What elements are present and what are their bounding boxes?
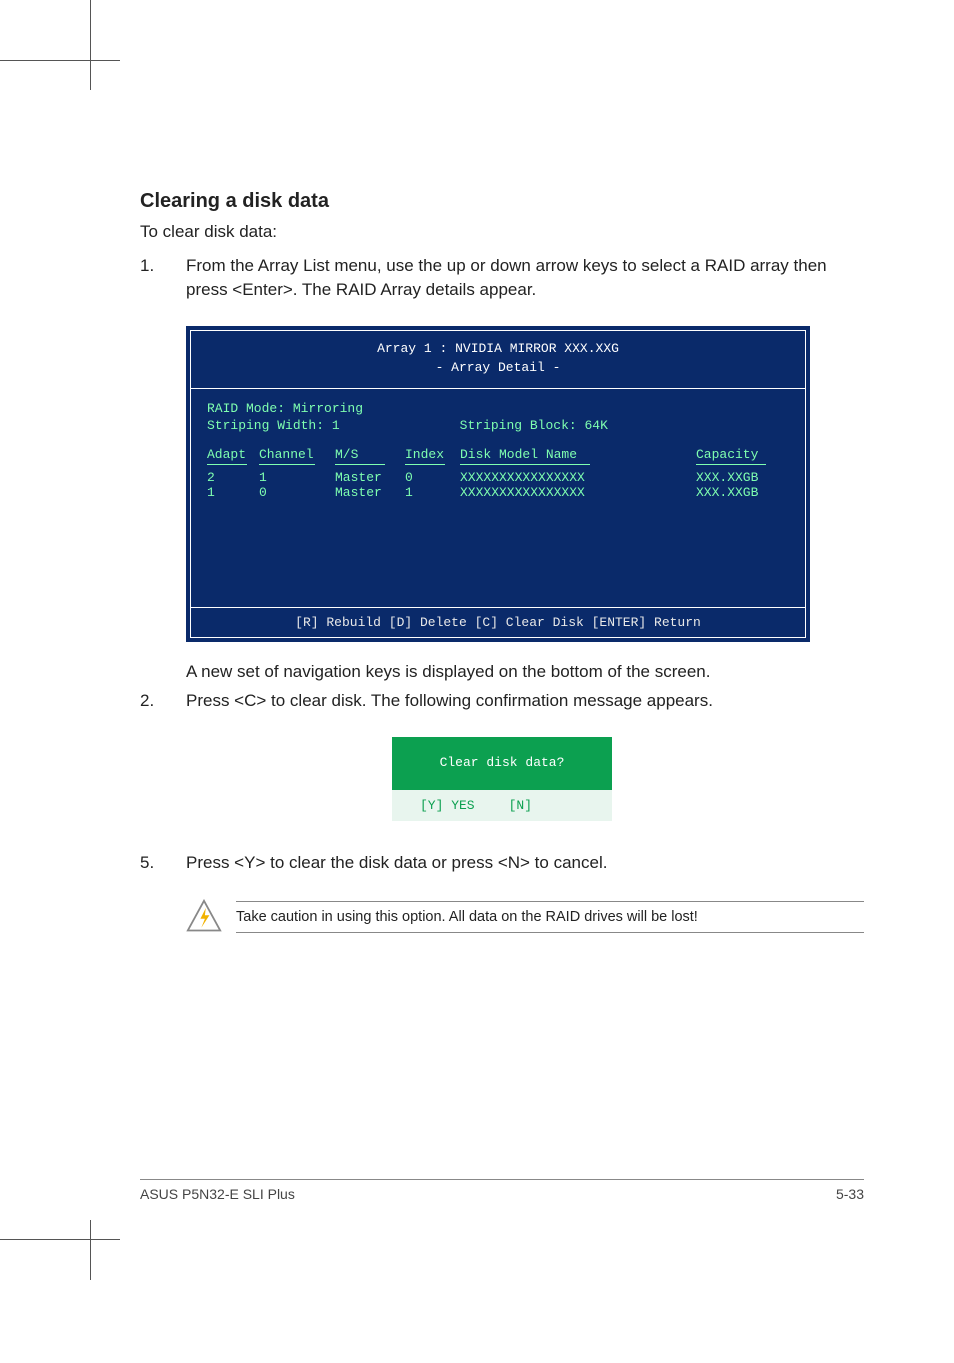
cell-channel: 1 [259, 470, 335, 485]
meta-label: Striping Block: [460, 418, 577, 433]
panel-header: Array 1 : NVIDIA MIRROR XXX.XXG - Array … [191, 331, 805, 389]
panel-meta-row: Striping Width: 1 Striping Block: 64K [207, 418, 789, 433]
step-item: 2. Press <C> to clear disk. The followin… [140, 689, 864, 713]
panel-footer: [R] Rebuild [D] Delete [C] Clear Disk [E… [191, 607, 805, 637]
intro-text: To clear disk data: [140, 221, 864, 244]
col-header-capacity: Capacity [696, 447, 786, 462]
step-number-empty [140, 660, 186, 684]
step-item: 5. Press <Y> to clear the disk data or p… [140, 851, 864, 875]
cell-adapt: 1 [207, 485, 259, 500]
step-text: A new set of navigation keys is displaye… [186, 660, 864, 684]
cell-model: XXXXXXXXXXXXXXXX [460, 470, 696, 485]
table-row: 2 1 Master 0 XXXXXXXXXXXXXXXX XXX.XXGB [207, 470, 789, 485]
meta-value: 64K [585, 418, 608, 433]
step-text: Press <C> to clear disk. The following c… [186, 689, 864, 713]
meta-label: Striping Width: [207, 418, 324, 433]
meta-label: RAID Mode: [207, 401, 285, 416]
meta-value: Mirroring [293, 401, 363, 416]
table-row: 1 0 Master 1 XXXXXXXXXXXXXXXX XXX.XXGB [207, 485, 789, 500]
col-header-model: Disk Model Name [460, 447, 696, 462]
table-separator [207, 464, 789, 466]
panel-title-line: Array 1 : NVIDIA MIRROR XXX.XXG [191, 339, 805, 359]
crop-mark [0, 1239, 120, 1240]
footer-page-number: 5-33 [836, 1186, 864, 1202]
table-header-row: Adapt Channel M/S Index Disk Model Name … [207, 447, 789, 462]
lightning-icon [186, 899, 222, 935]
crop-mark [0, 60, 120, 61]
note-text-wrap: Take caution in using this option. All d… [236, 901, 864, 933]
footer-product: ASUS P5N32-E SLI Plus [140, 1186, 295, 1202]
step-list: 1. From the Array List menu, use the up … [140, 254, 864, 302]
section-heading: Clearing a disk data [140, 190, 864, 213]
col-header-channel: Channel [259, 447, 335, 462]
step-number: 1. [140, 254, 186, 302]
cell-ms: Master [335, 485, 405, 500]
col-header-index: Index [405, 447, 460, 462]
bios-panel: Array 1 : NVIDIA MIRROR XXX.XXG - Array … [186, 326, 810, 642]
cell-index: 0 [405, 470, 460, 485]
bios-panel-inner: Array 1 : NVIDIA MIRROR XXX.XXG - Array … [190, 330, 806, 638]
cell-channel: 0 [259, 485, 335, 500]
crop-mark [90, 0, 91, 90]
cell-capacity: XXX.XXGB [696, 485, 786, 500]
step-number: 5. [140, 851, 186, 875]
step-number: 2. [140, 689, 186, 713]
col-header-ms: M/S [335, 447, 405, 462]
step-item: 1. From the Array List menu, use the up … [140, 254, 864, 302]
step-continuation: A new set of navigation keys is displaye… [140, 660, 864, 684]
step-text: Press <Y> to clear the disk data or pres… [186, 851, 864, 875]
crop-mark [90, 1220, 91, 1280]
page-footer: ASUS P5N32-E SLI Plus 5-33 [140, 1179, 864, 1202]
cell-adapt: 2 [207, 470, 259, 485]
meta-value: 1 [332, 418, 340, 433]
cell-ms: Master [335, 470, 405, 485]
dialog-options: [Y] YES [N] [392, 790, 612, 821]
cell-model: XXXXXXXXXXXXXXXX [460, 485, 696, 500]
cell-capacity: XXX.XXGB [696, 470, 786, 485]
step-list: 5. Press <Y> to clear the disk data or p… [140, 851, 864, 875]
panel-body: RAID Mode: Mirroring Striping Width: 1 S… [191, 389, 805, 607]
panel-meta-row: RAID Mode: Mirroring [207, 401, 789, 416]
step-text: From the Array List menu, use the up or … [186, 254, 864, 302]
col-header-adapt: Adapt [207, 447, 259, 462]
step-list: A new set of navigation keys is displaye… [140, 660, 864, 714]
dialog-yes: [Y] YES [420, 798, 475, 813]
warning-note: Take caution in using this option. All d… [186, 899, 864, 935]
dialog-question: Clear disk data? [392, 737, 612, 790]
note-text: Take caution in using this option. All d… [236, 901, 864, 933]
confirm-dialog: Clear disk data? [Y] YES [N] [392, 737, 612, 821]
dialog-no: [N] [509, 798, 532, 813]
panel-title-line: - Array Detail - [191, 358, 805, 378]
cell-index: 1 [405, 485, 460, 500]
page: Clearing a disk data To clear disk data:… [0, 0, 954, 1280]
